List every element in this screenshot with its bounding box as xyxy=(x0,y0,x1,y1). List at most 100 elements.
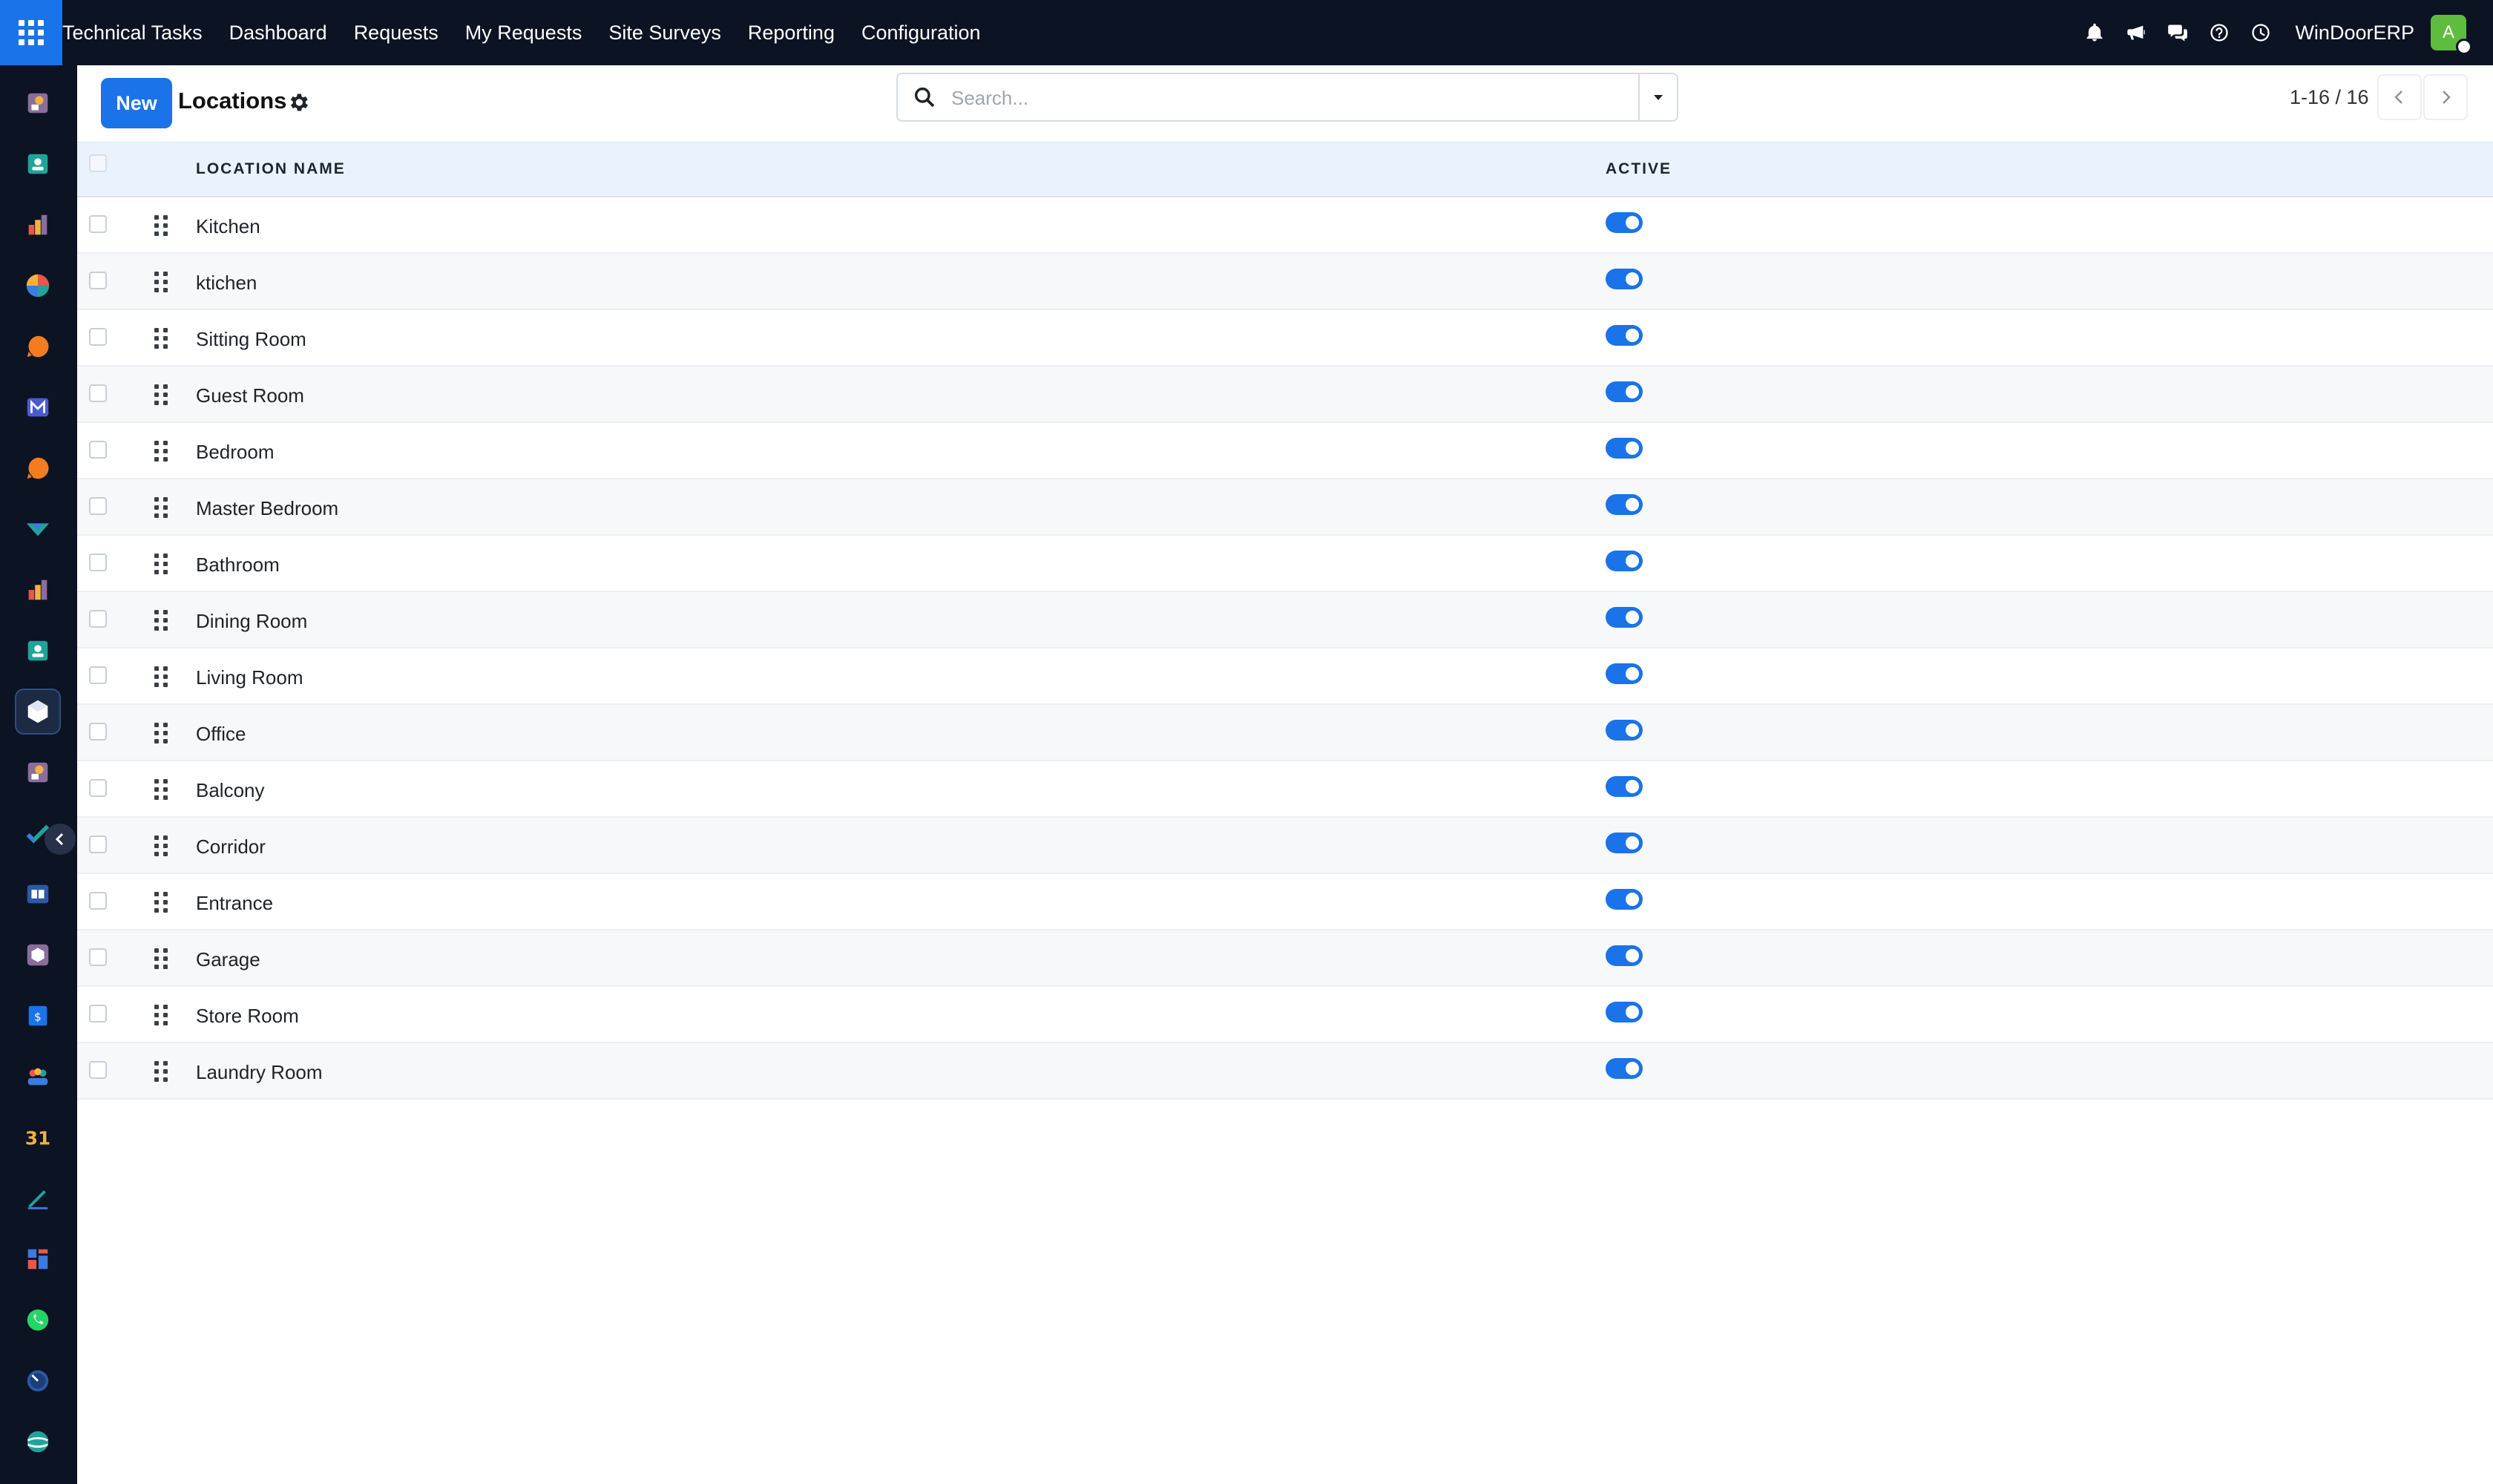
row-select-checkbox[interactable] xyxy=(89,779,107,797)
new-button[interactable]: New xyxy=(101,78,172,128)
reporting-app-icon[interactable] xyxy=(15,202,61,248)
clock-icon[interactable] xyxy=(2240,0,2282,65)
active-toggle[interactable] xyxy=(1606,438,1643,459)
table-row[interactable]: ktichen xyxy=(77,254,2493,310)
row-select-checkbox[interactable] xyxy=(89,497,107,515)
table-row[interactable]: Sitting Room xyxy=(77,310,2493,367)
active-toggle[interactable] xyxy=(1606,494,1643,515)
drag-handle-icon[interactable] xyxy=(154,1061,171,1082)
megaphone-icon[interactable] xyxy=(2115,0,2157,65)
expenses-app-icon[interactable]: $ xyxy=(15,993,61,1039)
row-select-checkbox[interactable] xyxy=(89,835,107,853)
whatsapp-app-icon[interactable] xyxy=(15,1297,61,1343)
table-row[interactable]: Garage xyxy=(77,930,2493,987)
drag-handle-icon[interactable] xyxy=(154,610,171,631)
table-row[interactable]: Store Room xyxy=(77,987,2493,1043)
active-toggle[interactable] xyxy=(1606,325,1643,346)
gear-icon[interactable] xyxy=(286,91,310,114)
inventory-app-icon[interactable] xyxy=(15,932,61,978)
contacts-app-icon[interactable] xyxy=(15,141,61,187)
active-toggle[interactable] xyxy=(1606,833,1643,853)
drag-handle-icon[interactable] xyxy=(154,272,171,292)
menu-dashboard[interactable]: Dashboard xyxy=(216,0,341,65)
drag-handle-icon[interactable] xyxy=(154,1005,171,1025)
table-row[interactable]: Corridor xyxy=(77,818,2493,874)
menu-configuration[interactable]: Configuration xyxy=(848,0,994,65)
bell-icon[interactable] xyxy=(2074,0,2115,65)
search-options-toggle[interactable] xyxy=(1638,74,1677,120)
active-toggle[interactable] xyxy=(1606,1002,1643,1022)
drag-handle-icon[interactable] xyxy=(154,441,171,462)
row-select-checkbox[interactable] xyxy=(89,328,107,346)
table-row[interactable]: Bathroom xyxy=(77,536,2493,592)
dashboard-builder-app-icon[interactable] xyxy=(15,1236,61,1282)
active-toggle[interactable] xyxy=(1606,269,1643,289)
row-select-checkbox[interactable] xyxy=(89,272,107,289)
drag-handle-icon[interactable] xyxy=(154,328,171,349)
table-row[interactable]: Living Room xyxy=(77,649,2493,705)
column-header-location-name[interactable]: LOCATION NAME xyxy=(196,160,346,178)
drag-handle-icon[interactable] xyxy=(154,723,171,743)
pager-previous-button[interactable] xyxy=(2377,74,2422,120)
menu-requests[interactable]: Requests xyxy=(341,0,452,65)
table-row[interactable]: Guest Room xyxy=(77,367,2493,423)
table-row[interactable]: Laundry Room xyxy=(77,1043,2493,1100)
row-select-checkbox[interactable] xyxy=(89,610,107,628)
help-icon[interactable] xyxy=(2198,0,2240,65)
employees-app-icon[interactable] xyxy=(15,628,61,674)
drag-handle-icon[interactable] xyxy=(154,666,171,687)
company-switcher[interactable]: WinDoorERP xyxy=(2282,22,2431,45)
row-select-checkbox[interactable] xyxy=(89,384,107,402)
row-select-checkbox[interactable] xyxy=(89,441,107,459)
studio-app-icon[interactable] xyxy=(15,749,61,795)
drag-handle-icon[interactable] xyxy=(154,892,171,913)
sidebar-collapse-icon[interactable] xyxy=(45,824,76,855)
user-avatar[interactable]: A xyxy=(2431,15,2472,55)
team-app-icon[interactable] xyxy=(15,1054,61,1100)
website-app-icon[interactable] xyxy=(15,1419,61,1465)
discuss-app-icon[interactable] xyxy=(15,80,61,126)
pager-next-button[interactable] xyxy=(2423,74,2468,120)
time-off-app-icon[interactable] xyxy=(15,1358,61,1404)
drag-handle-icon[interactable] xyxy=(154,779,171,800)
search-input[interactable] xyxy=(951,83,1619,113)
calendar-app-icon[interactable]: 31 xyxy=(15,1114,61,1160)
chat-icon[interactable] xyxy=(2157,0,2198,65)
active-toggle[interactable] xyxy=(1606,1058,1643,1079)
row-select-checkbox[interactable] xyxy=(89,666,107,684)
livechat-app-icon[interactable] xyxy=(15,324,61,370)
active-toggle[interactable] xyxy=(1606,663,1643,684)
table-row[interactable]: Dining Room xyxy=(77,592,2493,649)
select-all-checkbox[interactable] xyxy=(89,154,107,172)
technical-tasks-app-icon[interactable] xyxy=(15,689,61,735)
row-select-checkbox[interactable] xyxy=(89,723,107,741)
row-select-checkbox[interactable] xyxy=(89,948,107,966)
active-toggle[interactable] xyxy=(1606,212,1643,233)
table-row[interactable]: Bedroom xyxy=(77,423,2493,479)
active-toggle[interactable] xyxy=(1606,551,1643,571)
apps-menu-icon[interactable] xyxy=(0,0,62,65)
drag-handle-icon[interactable] xyxy=(154,384,171,405)
drag-handle-icon[interactable] xyxy=(154,215,171,236)
menu-reporting[interactable]: Reporting xyxy=(735,0,848,65)
drag-handle-icon[interactable] xyxy=(154,835,171,856)
row-select-checkbox[interactable] xyxy=(89,1005,107,1022)
row-select-checkbox[interactable] xyxy=(89,1061,107,1079)
active-toggle[interactable] xyxy=(1606,381,1643,402)
helpdesk-app-icon[interactable] xyxy=(15,445,61,491)
table-row[interactable]: Kitchen xyxy=(77,197,2493,254)
mail-app-icon[interactable] xyxy=(15,384,61,430)
table-row[interactable]: Balcony xyxy=(77,761,2493,818)
sign-app-icon[interactable] xyxy=(15,1175,61,1221)
menu-site-surveys[interactable]: Site Surveys xyxy=(595,0,735,65)
active-toggle[interactable] xyxy=(1606,607,1643,628)
pager-value[interactable]: 1-16 / 16 xyxy=(2290,86,2369,109)
drag-handle-icon[interactable] xyxy=(154,497,171,518)
surveys-app-icon[interactable] xyxy=(15,506,61,552)
active-toggle[interactable] xyxy=(1606,889,1643,910)
active-toggle[interactable] xyxy=(1606,945,1643,966)
column-header-active[interactable]: ACTIVE xyxy=(1606,160,1672,178)
spreadsheet-app-icon[interactable] xyxy=(15,567,61,613)
table-row[interactable]: Master Bedroom xyxy=(77,479,2493,536)
page-title[interactable]: Locations xyxy=(178,88,286,114)
